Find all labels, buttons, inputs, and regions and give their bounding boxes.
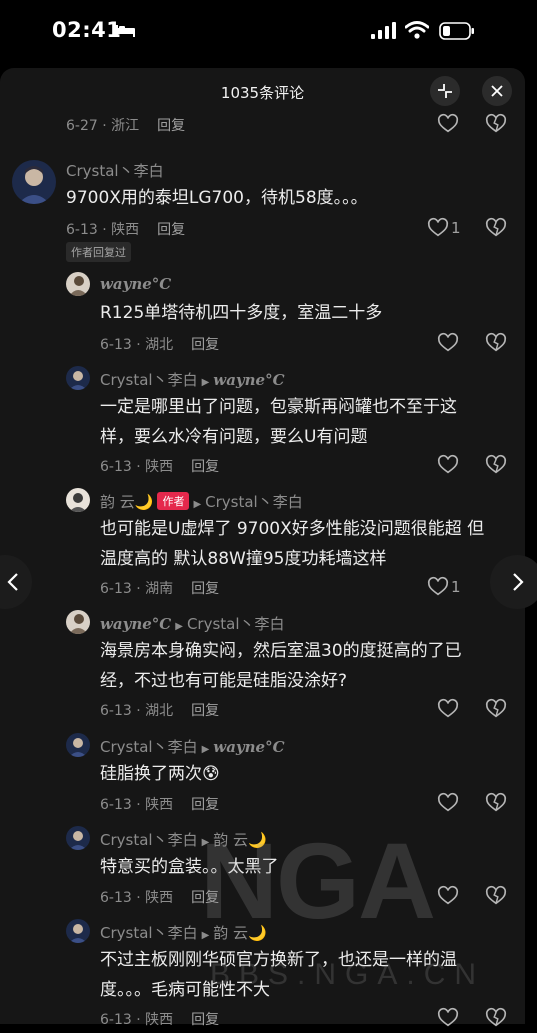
avatar[interactable] (66, 488, 90, 512)
like-button[interactable] (427, 576, 449, 598)
reply-button[interactable]: 回复 (191, 459, 219, 475)
avatar[interactable] (66, 272, 90, 296)
avatar[interactable] (66, 610, 90, 634)
comment-meta: 6-13 · 陕西 回复 (100, 459, 220, 475)
comment-username[interactable]: Crystal丶李白 ▶ wayne°C (100, 736, 285, 757)
dislike-button[interactable] (485, 332, 507, 354)
comment-text: 硅脂换了两次😰 (100, 764, 220, 784)
comment-text: 一定是哪里出了问题，包豪斯再闷罐也不至于这 样，要么水冷有问题，要么U有问题 (100, 397, 457, 447)
collapse-button[interactable] (430, 76, 460, 106)
comment-username[interactable]: wayne°C ▶ Crystal丶李白 (100, 613, 285, 634)
next-button[interactable] (490, 555, 537, 609)
comment-meta: 6-13 · 湖北 回复 (100, 337, 220, 353)
avatar[interactable] (66, 826, 90, 850)
comment-meta: 6-13 · 陕西 回复 (100, 797, 220, 813)
sleep-mode-icon (115, 25, 135, 37)
comment-text: R125单塔待机四十多度，室温二十多 (100, 303, 383, 323)
like-button[interactable] (437, 792, 459, 814)
reply-arrow-icon: ▶ (175, 621, 183, 632)
watermark-brand: NGA (200, 820, 436, 941)
reply-arrow-icon: ▶ (193, 499, 202, 510)
reply-button[interactable]: 回复 (157, 222, 185, 238)
heart-icon (427, 576, 449, 596)
chevron-left-icon (7, 573, 18, 591)
comment-meta: 6-13 · 湖南 回复 (100, 581, 220, 597)
broken-heart-icon (485, 217, 507, 237)
heart-icon (437, 113, 459, 133)
broken-heart-icon (485, 113, 507, 133)
comment-text: 9700X用的泰坦LG700，待机58度。。。 (66, 188, 368, 208)
wifi-icon (405, 21, 429, 39)
nga-watermark: NGA BBS.NGA.CN (200, 820, 530, 1020)
comment-text: 也可能是U虚焊了 9700X好多性能没问题很能超 但温度高的 默认88W撞95度… (100, 519, 485, 569)
author-replied-badge: 作者回复过 (66, 242, 131, 262)
heart-icon (437, 332, 459, 352)
comment-meta: 6-13 · 陕西 回复 (66, 222, 186, 238)
dislike-button[interactable] (485, 792, 507, 814)
avatar[interactable] (66, 366, 90, 390)
reply-button[interactable]: 回复 (191, 703, 219, 719)
status-time: 02:41 (52, 18, 122, 42)
like-button[interactable] (427, 217, 449, 239)
reply-button[interactable]: 回复 (191, 337, 219, 353)
heart-icon (437, 698, 459, 718)
watermark-url: BBS.NGA.CN (210, 958, 486, 991)
reply-button[interactable]: 回复 (191, 797, 219, 813)
dislike-button[interactable] (485, 698, 507, 720)
dislike-button[interactable] (485, 454, 507, 476)
broken-heart-icon (485, 698, 507, 718)
collapse-icon (438, 84, 452, 98)
reply-arrow-icon: ▶ (201, 377, 210, 388)
heart-icon (437, 792, 459, 812)
like-button[interactable] (437, 113, 459, 135)
avatar[interactable] (66, 919, 90, 943)
heart-icon (427, 217, 449, 237)
comment-username[interactable]: wayne°C (100, 275, 171, 293)
broken-heart-icon (485, 332, 507, 352)
dislike-button[interactable] (485, 217, 507, 239)
like-count: 1 (451, 578, 461, 596)
author-tag: 作者 (157, 492, 190, 510)
like-button[interactable] (437, 332, 459, 354)
comment-username[interactable]: Crystal丶李白 ▶ wayne°C (100, 369, 285, 390)
battery-icon (439, 22, 474, 40)
dislike-button[interactable] (485, 113, 507, 135)
comment-meta: 6-13 · 湖北 回复 (100, 703, 220, 719)
comment-username[interactable]: 韵 云🌙 作者 ▶ Crystal丶李白 (100, 491, 303, 512)
close-icon (491, 85, 503, 97)
chevron-right-icon (513, 573, 524, 591)
avatar[interactable] (66, 733, 90, 757)
like-button[interactable] (437, 698, 459, 720)
broken-heart-icon (485, 454, 507, 474)
reply-button[interactable]: 回复 (157, 118, 185, 134)
reply-button[interactable]: 回复 (191, 581, 219, 597)
comment-text: 海景房本身确实闷，然后室温30的度挺高的了已 经，不过也有可能是硅脂没涂好? (100, 641, 462, 691)
status-bar: 02:41 (0, 0, 537, 64)
close-button[interactable] (482, 76, 512, 106)
like-button[interactable] (437, 454, 459, 476)
heart-icon (437, 454, 459, 474)
avatar[interactable] (12, 160, 56, 204)
like-count: 1 (451, 219, 461, 237)
signal-icon (371, 22, 396, 39)
comment-username[interactable]: Crystal丶李白 (66, 160, 164, 181)
reply-arrow-icon: ▶ (201, 744, 210, 755)
broken-heart-icon (485, 792, 507, 812)
comment-meta: 6-27 · 浙江 回复 (66, 118, 186, 134)
